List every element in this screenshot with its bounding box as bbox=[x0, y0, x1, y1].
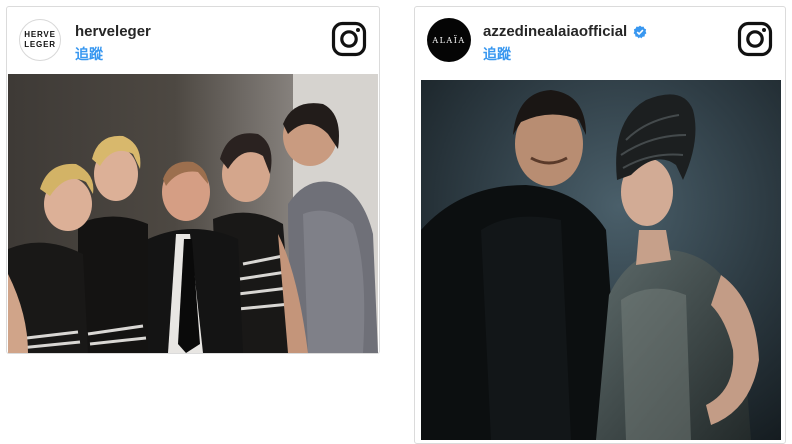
follow-link[interactable]: 追蹤 bbox=[75, 44, 103, 64]
brand-logo: HERVE LEGER bbox=[24, 30, 56, 49]
verified-badge-icon bbox=[633, 25, 647, 38]
post-photo[interactable] bbox=[421, 80, 781, 440]
username-link[interactable]: azzedinealaiaofficial bbox=[483, 23, 627, 40]
post-header: ALAÏA azzedinealaiaofficial 追蹤 bbox=[415, 7, 785, 73]
brand-logo: ALAÏA bbox=[432, 35, 466, 45]
username-row: azzedinealaiaofficial bbox=[483, 23, 647, 40]
username-link[interactable]: herveleger bbox=[75, 23, 151, 40]
instagram-icon[interactable] bbox=[331, 21, 367, 57]
avatar[interactable]: ALAÏA bbox=[427, 18, 471, 62]
photo-image bbox=[8, 74, 378, 353]
post-header: HERVE LEGER herveleger 追蹤 bbox=[7, 7, 379, 73]
instagram-icon[interactable] bbox=[737, 21, 773, 57]
instagram-embed-card: HERVE LEGER herveleger 追蹤 bbox=[6, 6, 380, 354]
follow-link[interactable]: 追蹤 bbox=[483, 44, 511, 64]
avatar[interactable]: HERVE LEGER bbox=[19, 19, 61, 61]
username-row: herveleger bbox=[75, 23, 151, 40]
photo-image bbox=[421, 80, 781, 440]
post-photo[interactable] bbox=[8, 74, 378, 353]
instagram-embed-card: ALAÏA azzedinealaiaofficial 追蹤 bbox=[414, 6, 786, 444]
